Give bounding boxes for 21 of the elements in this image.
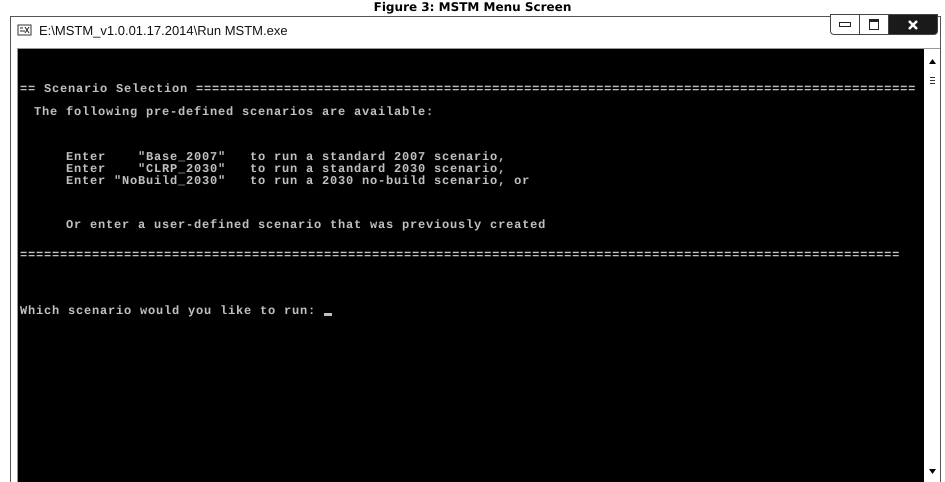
scroll-thumb[interactable] [928, 76, 936, 85]
console-app-icon [17, 23, 33, 37]
scroll-down-icon[interactable] [928, 469, 936, 474]
minimize-button[interactable] [830, 14, 860, 35]
close-button[interactable] [889, 14, 938, 35]
option-line: Enter "NoBuild_2030" to run a 2030 no-build scenario, or [66, 175, 530, 187]
section-heading: == Scenario Selection ========================================================================================== [20, 83, 916, 95]
minimize-icon [839, 22, 851, 27]
console-text: Or enter a user-defined scenario that was previously created [66, 219, 546, 231]
option-line: Enter "CLRP_2030" to run a standard 2030 scenario, [66, 163, 506, 175]
maximize-icon [869, 19, 879, 30]
text-cursor [324, 313, 332, 316]
option-line: Enter "Base_2007" to run a standard 2007 scenario, [66, 151, 506, 163]
close-icon [908, 20, 918, 30]
figure-caption: Figure 3: MSTM Menu Screen [374, 0, 572, 14]
console-text: The following pre-defined scenarios are available: [34, 106, 434, 118]
input-prompt: Which scenario would you like to run: [20, 305, 318, 317]
scroll-up-icon[interactable] [928, 59, 936, 64]
separator-line: ============================================================================================================== [20, 249, 900, 261]
window-title: E:\MSTM_v1.0.01.17.2014\Run MSTM.exe [39, 22, 289, 38]
maximize-button[interactable] [860, 14, 889, 35]
